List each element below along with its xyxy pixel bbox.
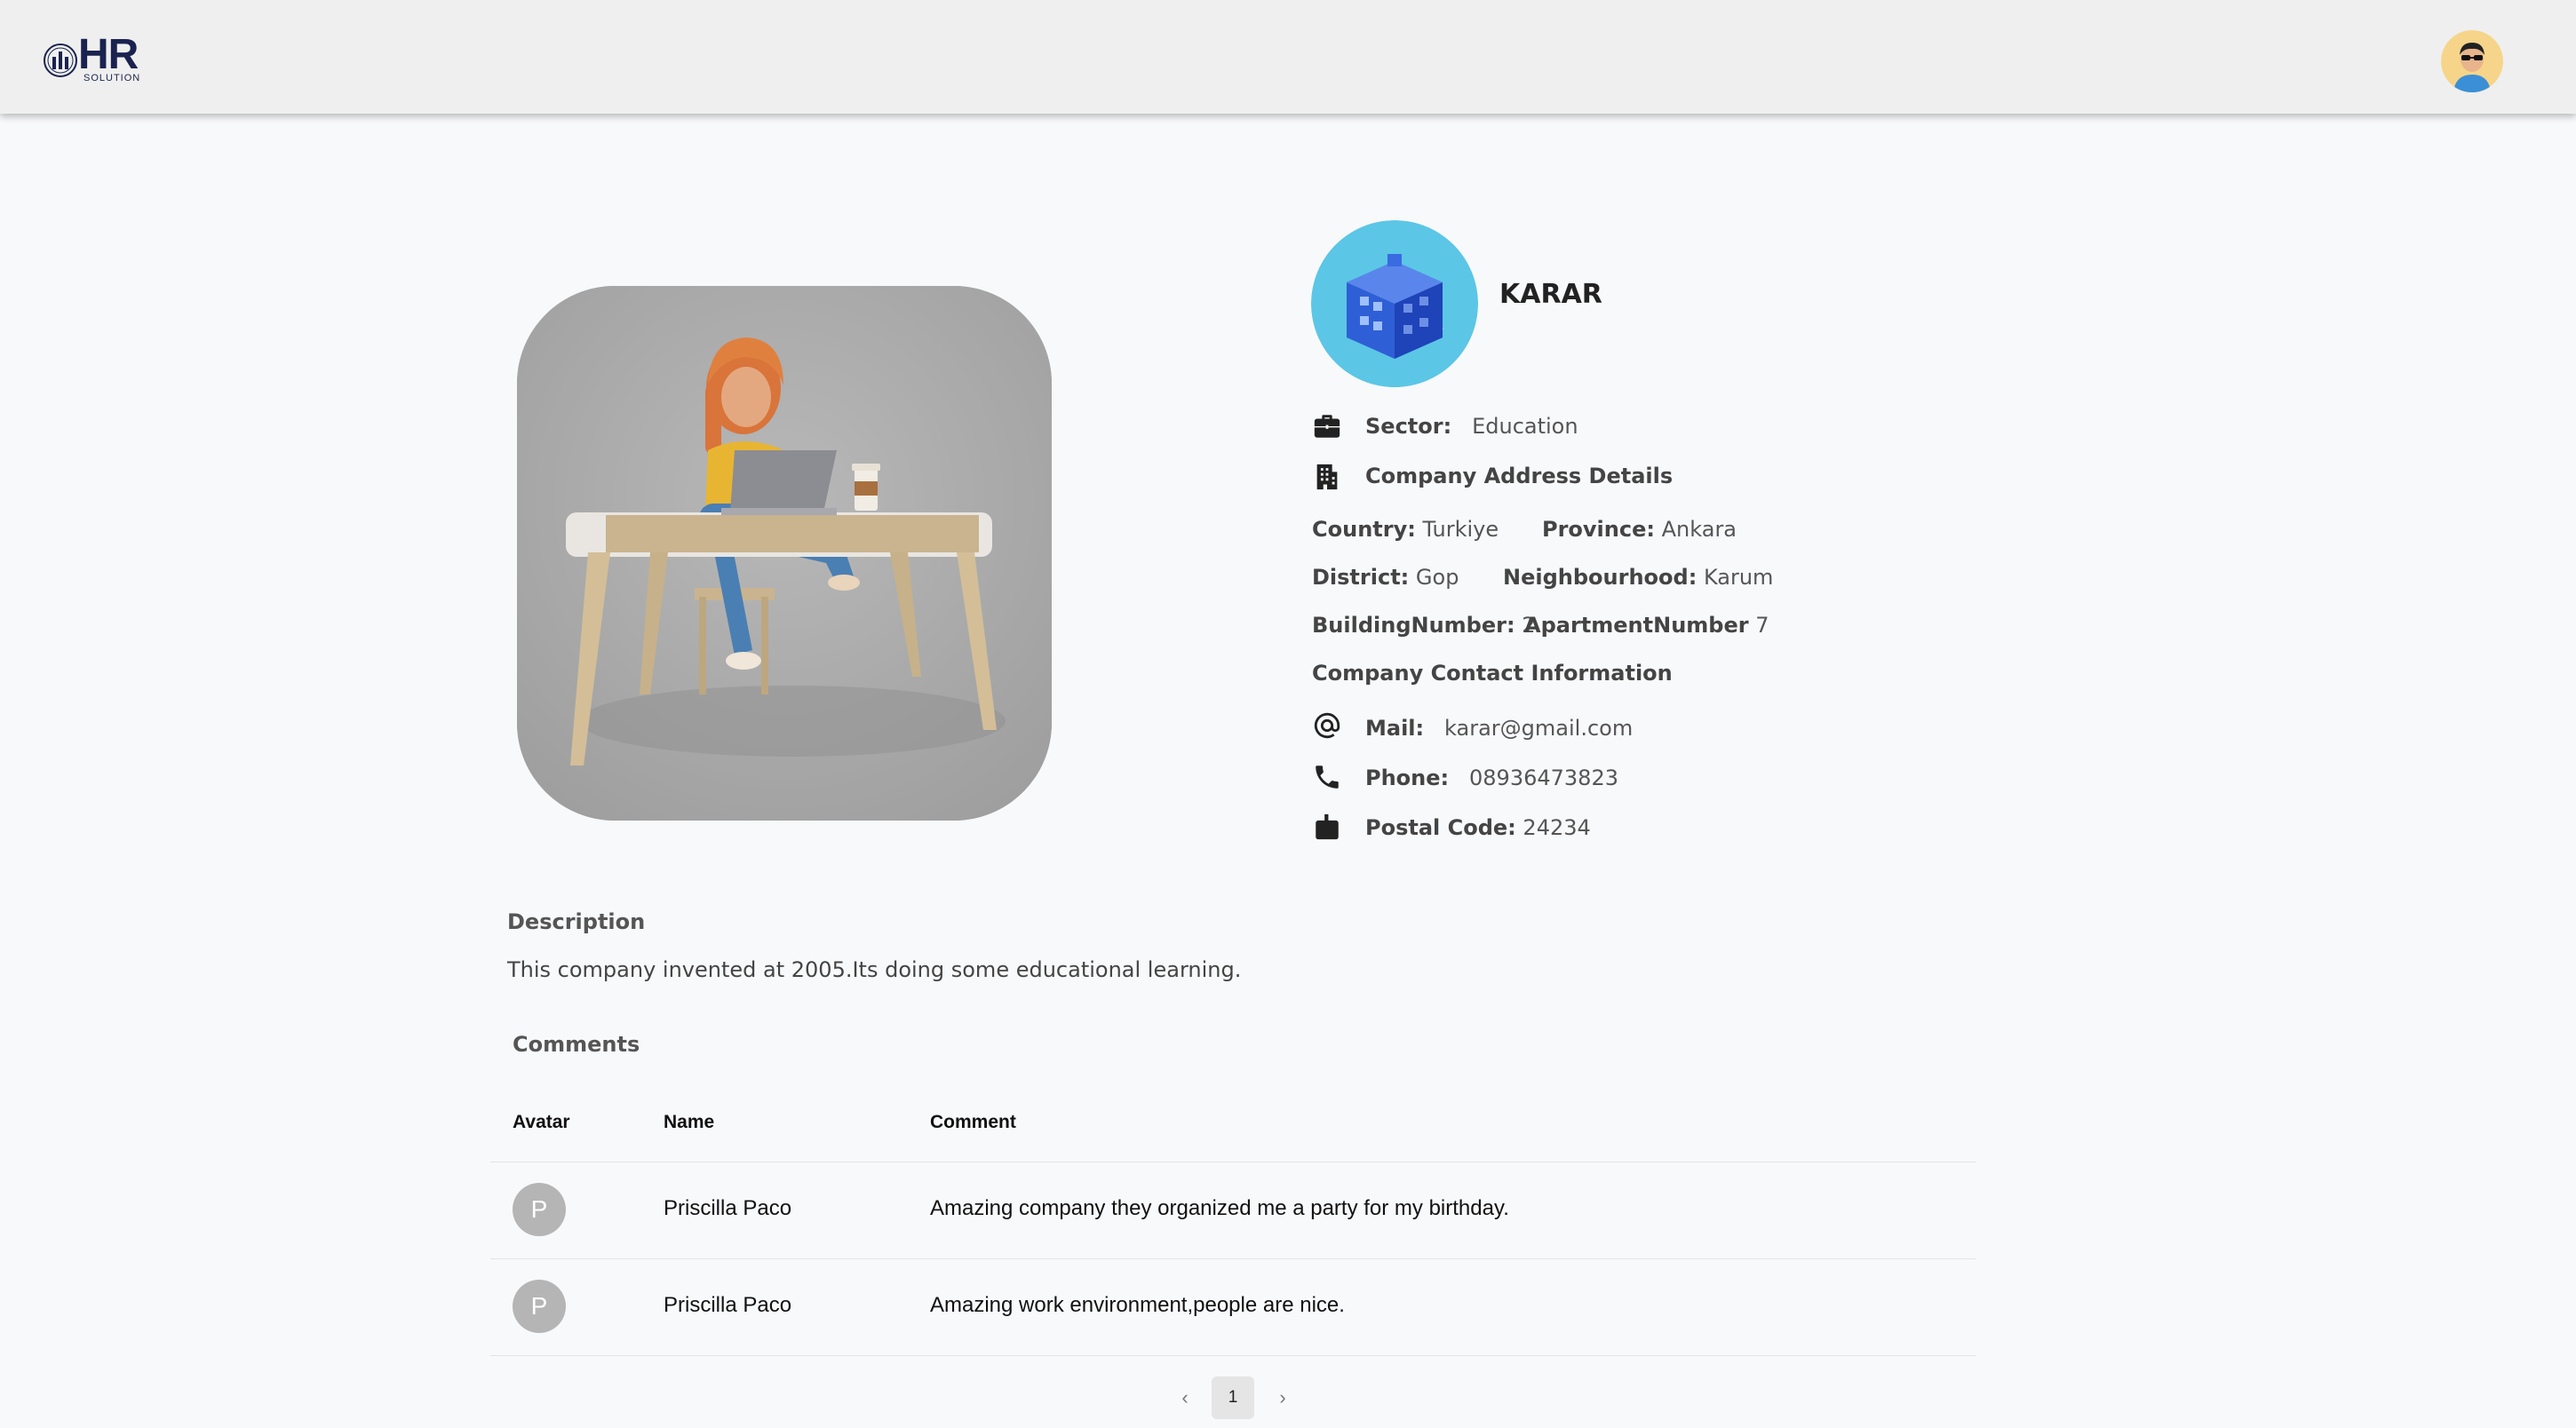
mail-value[interactable]: karar@gmail.com [1444,716,1633,741]
mail-row: Mail: karar@gmail.com [1365,716,1633,741]
company-name: KARAR [1499,279,1602,310]
phone-value[interactable]: 08936473823 [1469,766,1618,790]
address-title: Company Address Details [1365,464,1673,488]
comment-column-header[interactable]: Comment [930,1112,1016,1133]
district-row: District: Gop [1312,565,1459,590]
neighbourhood-label: Neighbourhood: [1503,565,1697,590]
province-label: Province: [1542,517,1655,542]
table-row[interactable]: P Priscilla Paco Amazing company they or… [490,1162,1976,1258]
sector-value: Education [1472,414,1578,439]
logo-subtext: SOLUTION [83,73,141,83]
sector-row: Sector: Education [1365,414,1578,439]
apartment-value: 7 [1755,613,1769,638]
phone-row: Phone: 08936473823 [1365,766,1618,790]
neighbourhood-value: Karum [1703,565,1774,590]
country-row: Country: Turkiye [1312,517,1499,542]
phone-label: Phone: [1365,766,1450,790]
logo-emblem-icon [44,44,77,77]
page-1-button[interactable]: 1 [1212,1376,1254,1419]
address-title-text: Company Address Details [1365,464,1674,488]
country-value: Turkiye [1422,517,1499,542]
hr-solution-logo[interactable]: HR SOLUTION [43,31,149,85]
comment-text: Amazing company they organized me a part… [930,1196,1509,1220]
comment-text: Amazing work environment,people are nice… [930,1293,1345,1317]
description-title: Description [507,909,646,934]
table-row[interactable]: P Priscilla Paco Amazing work environmen… [490,1259,1976,1355]
country-label: Country: [1312,517,1416,542]
apartment-row: ApartmentNumber 7 [1524,613,1769,638]
table-divider [490,1355,1976,1356]
briefcase-icon [1312,411,1342,441]
apartment-label: ApartmentNumber [1524,613,1749,638]
company-logo [1311,220,1478,387]
postal-row: Postal Code: 24234 [1365,815,1591,840]
top-navbar: HR SOLUTION [0,0,2576,114]
province-value: Ankara [1661,517,1737,542]
district-label: District: [1312,565,1410,590]
contact-title-text: Company Contact Information [1312,661,1673,686]
neighbourhood-row: Neighbourhood: Karum [1503,565,1773,590]
chevron-right-icon[interactable]: › [1261,1376,1304,1419]
sector-label: Sector: [1365,414,1452,439]
chevron-left-icon[interactable]: ‹ [1164,1376,1206,1419]
building-label: BuildingNumber: [1312,613,1515,638]
building-row: BuildingNumber: 2 [1312,613,1536,638]
comment-author: Priscilla Paco [664,1293,792,1317]
mailbox-icon [1312,812,1342,842]
contact-title: Company Contact Information [1312,661,1673,686]
postal-value: 24234 [1523,815,1591,840]
company-illustration [517,286,1052,821]
avatar-column-header[interactable]: Avatar [513,1112,570,1133]
comment-avatar: P [513,1183,566,1236]
comment-author: Priscilla Paco [664,1196,792,1220]
comment-avatar: P [513,1280,566,1333]
district-value: Gop [1415,565,1459,590]
mail-label: Mail: [1365,716,1425,741]
postal-label: Postal Code: [1365,815,1516,840]
user-avatar[interactable] [2441,30,2503,92]
comments-title: Comments [513,1032,640,1057]
at-sign-icon [1312,710,1342,741]
name-column-header[interactable]: Name [664,1112,714,1133]
phone-icon [1312,762,1342,792]
description-text: This company invented at 2005.Its doing … [507,957,1242,982]
building-icon [1312,462,1342,492]
province-row: Province: Ankara [1542,517,1737,542]
